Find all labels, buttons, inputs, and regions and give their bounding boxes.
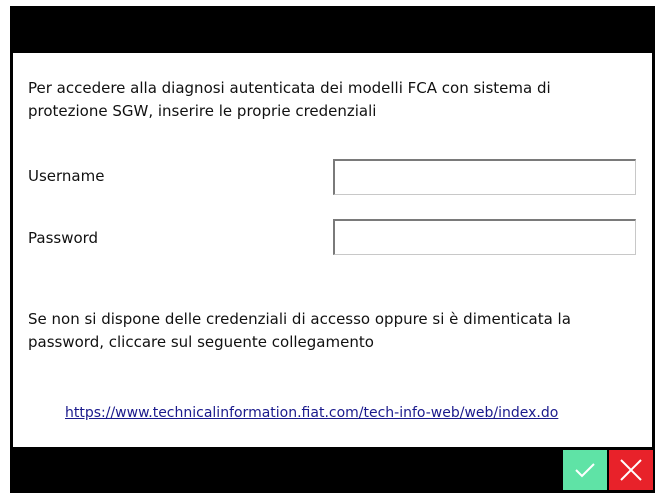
dialog-content: Per accedere alla diagnosi autenticata d…: [13, 53, 652, 447]
intro-text: Per accedere alla diagnosi autenticata d…: [28, 79, 551, 120]
cancel-button[interactable]: [609, 450, 653, 490]
username-label: Username: [28, 167, 105, 185]
password-label: Password: [28, 229, 99, 247]
login-dialog: Per accedere alla diagnosi autenticata d…: [10, 6, 655, 493]
username-field[interactable]: [333, 159, 636, 195]
close-icon: [620, 459, 642, 481]
checkmark-icon: [575, 463, 595, 478]
password-field[interactable]: [333, 219, 636, 255]
dialog-footer: [10, 447, 655, 493]
credentials-link[interactable]: https://www.technicalinformation.fiat.co…: [65, 405, 558, 421]
info-text: Se non si dispone delle credenziali di a…: [28, 310, 571, 351]
confirm-button[interactable]: [563, 450, 607, 490]
dialog-titlebar: [10, 6, 655, 53]
